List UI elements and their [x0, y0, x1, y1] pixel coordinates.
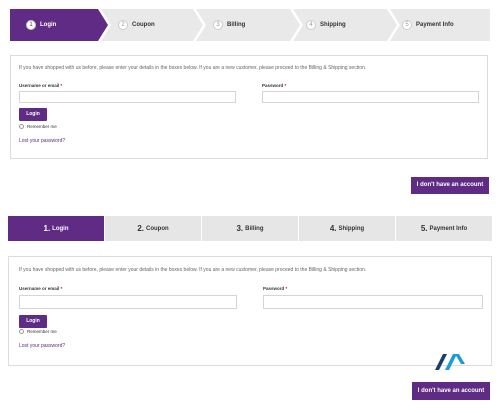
lost-password-link[interactable]: Lost your password? — [19, 343, 65, 349]
tab-label: Coupon — [146, 225, 169, 232]
login-intro-text: If you have shopped with us before, plea… — [19, 267, 367, 273]
login-button[interactable]: Login — [19, 315, 47, 328]
password-label: Password * — [263, 286, 288, 291]
tab-number: 2. — [137, 224, 144, 233]
password-input[interactable] — [262, 91, 479, 103]
tab-label: Shipping — [338, 225, 365, 232]
no-account-button[interactable]: I don't have an account — [411, 177, 489, 194]
brand-logo-icon — [435, 354, 465, 370]
tab-shipping[interactable]: 4. Shipping — [299, 216, 396, 241]
tab-label: Payment Info — [429, 225, 468, 232]
chevron-step-coupon[interactable]: 2 Coupon — [118, 9, 155, 41]
username-label: Username or email * — [19, 286, 63, 291]
remember-me-label: Remember me — [27, 329, 57, 334]
tab-coupon[interactable]: 2. Coupon — [105, 216, 202, 241]
remember-me[interactable]: Remember me — [19, 124, 57, 129]
radio-checkbox-icon[interactable] — [19, 124, 24, 129]
tab-number: 3. — [236, 224, 244, 233]
chevron-step-payment-info[interactable]: 5 Payment Info — [402, 9, 454, 41]
step-label: Payment Info — [416, 22, 454, 28]
remember-me-label: Remember me — [27, 124, 57, 129]
tab-number: 4. — [329, 224, 337, 233]
lost-password-link[interactable]: Lost your password? — [19, 138, 65, 144]
login-intro-text: If you have shopped with us before, plea… — [19, 65, 367, 71]
chevron-step-shipping[interactable]: 4 Shipping — [306, 9, 346, 41]
chevron-step-bar: 1 Login 2 Coupon 3 Billing 4 Shipping 5 … — [10, 9, 490, 41]
login-form-panel: If you have shopped with us before, plea… — [10, 55, 488, 159]
step-label: Coupon — [132, 22, 155, 28]
remember-me[interactable]: Remember me — [19, 329, 57, 334]
step-label: Shipping — [320, 22, 346, 28]
login-button[interactable]: Login — [19, 108, 47, 121]
tab-login[interactable]: 1. Login — [8, 216, 105, 241]
no-account-button[interactable]: I don't have an account — [412, 382, 490, 400]
step-number: 2 — [118, 20, 128, 30]
tab-payment-info[interactable]: 5. Payment Info — [396, 216, 492, 241]
username-input[interactable] — [19, 91, 236, 103]
username-label: Username or email * — [19, 83, 63, 88]
username-input[interactable] — [19, 295, 237, 309]
tab-billing[interactable]: 3. Billing — [202, 216, 299, 241]
password-input[interactable] — [263, 295, 483, 309]
chevron-step-login[interactable]: 1 Login — [26, 9, 56, 41]
tab-step-bar: 1. Login 2. Coupon 3. Billing 4. Shippin… — [8, 216, 492, 241]
tab-label: Login — [52, 225, 69, 232]
radio-checkbox-icon[interactable] — [19, 329, 24, 334]
tab-number: 1. — [43, 224, 51, 233]
password-label: Password * — [262, 83, 287, 88]
chevron-step-billing[interactable]: 3 Billing — [213, 9, 245, 41]
tab-number: 5. — [420, 224, 428, 233]
step-number: 4 — [306, 20, 316, 30]
step-number: 3 — [213, 20, 223, 30]
step-label: Billing — [227, 22, 246, 28]
step-number: 1 — [26, 20, 36, 30]
step-label: Login — [40, 22, 57, 28]
login-form-panel-2: If you have shopped with us before, plea… — [8, 256, 492, 366]
step-number: 5 — [402, 20, 412, 30]
tab-label: Billing — [245, 225, 264, 232]
